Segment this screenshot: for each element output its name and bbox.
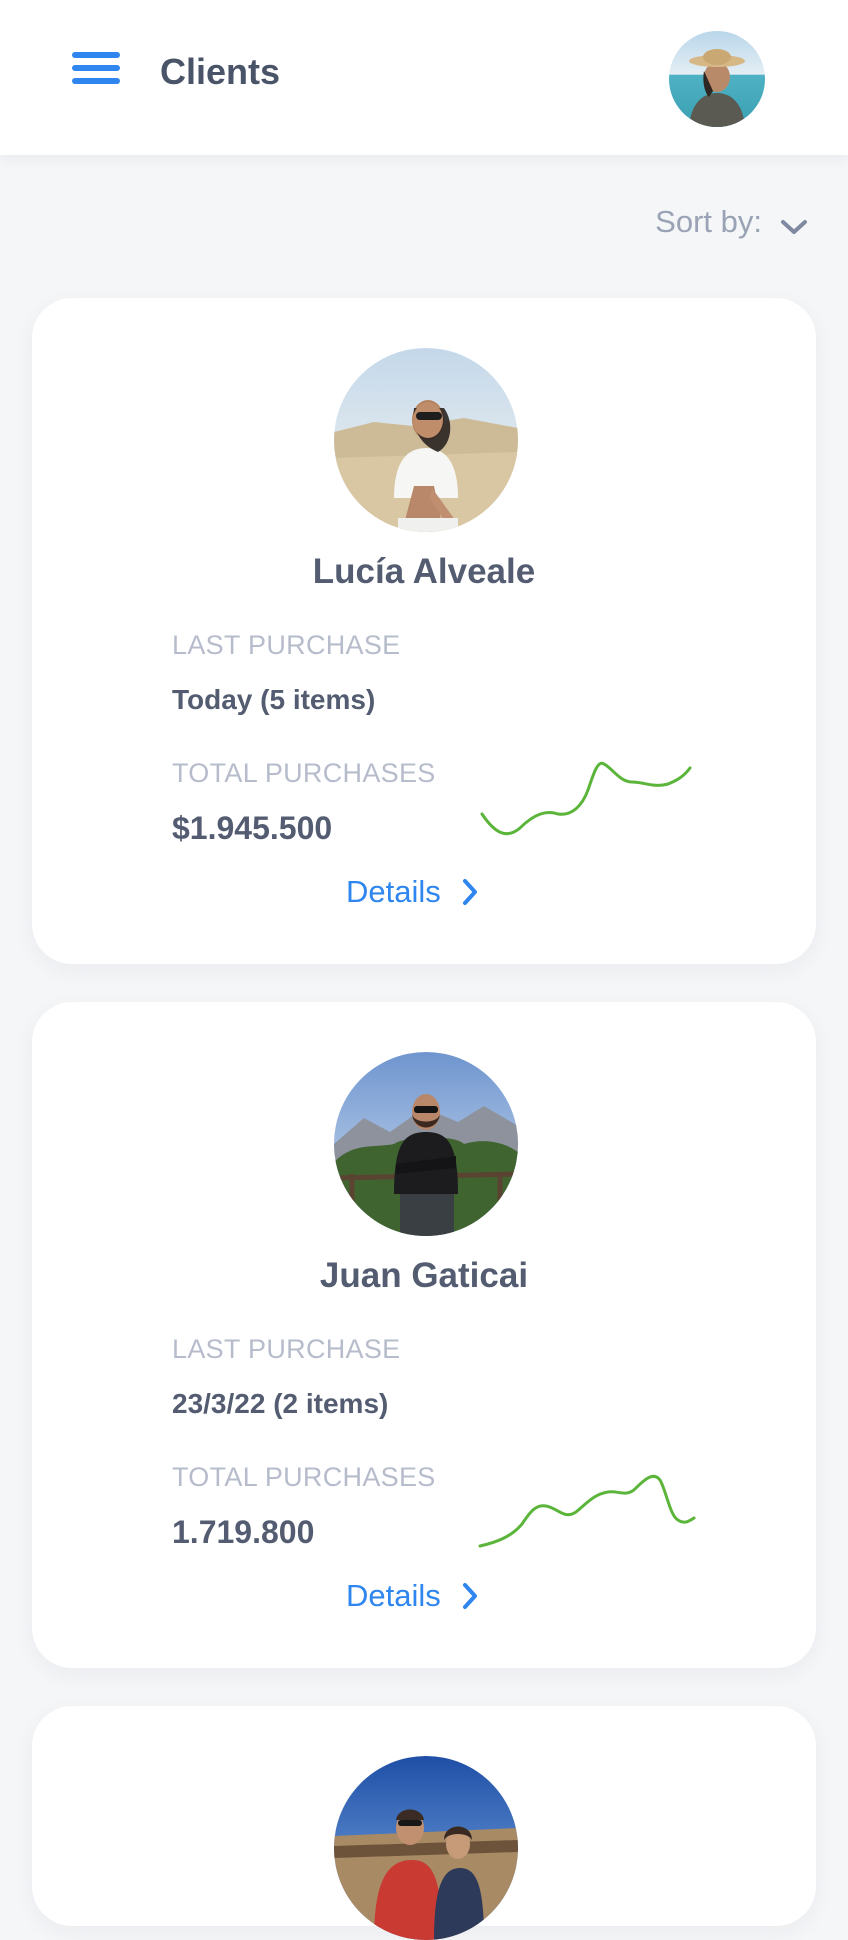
total-purchases-value: $1.945.500 xyxy=(172,810,333,846)
sparkline-line xyxy=(480,761,692,836)
details-label: Details xyxy=(346,1578,441,1613)
details-link[interactable]: Details xyxy=(346,874,479,910)
client-card: Lucía Alveale LAST PURCHASE Today (5 ite… xyxy=(32,298,816,964)
client-card: Juan Gaticai LAST PURCHASE 23/3/22 (2 it… xyxy=(32,1002,816,1668)
client-name: Lucía Alveale xyxy=(312,552,536,591)
client-avatar xyxy=(334,1756,518,1940)
details-link[interactable]: Details xyxy=(346,1578,479,1614)
last-purchase-value: Today (5 items) xyxy=(172,684,376,715)
chevron-right-icon xyxy=(462,1583,477,1609)
user-avatar[interactable] xyxy=(669,31,765,127)
purchase-trend-sparkline xyxy=(478,1474,696,1548)
last-purchase-label: LAST PURCHASE xyxy=(172,630,401,660)
sort-dropdown[interactable]: Sort by: xyxy=(655,200,808,244)
hamburger-menu-icon xyxy=(72,52,120,84)
chevron-right-icon xyxy=(462,879,477,905)
client-avatar xyxy=(334,348,518,532)
total-purchases-value: 1.719.800 xyxy=(172,1514,315,1550)
sort-label: Sort by: xyxy=(655,204,762,239)
total-purchases-label: TOTAL PURCHASES xyxy=(172,1462,436,1492)
purchase-trend-sparkline xyxy=(480,761,692,836)
details-label: Details xyxy=(346,874,441,909)
last-purchase-value: 23/3/22 (2 items) xyxy=(172,1388,389,1419)
menu-button[interactable] xyxy=(72,52,128,92)
client-card xyxy=(32,1706,816,1940)
chevron-down-icon xyxy=(781,220,807,234)
client-avatar xyxy=(334,1052,518,1236)
total-purchases-label: TOTAL PURCHASES xyxy=(172,758,436,788)
client-name: Juan Gaticai xyxy=(319,1256,529,1295)
last-purchase-label: LAST PURCHASE xyxy=(172,1334,401,1364)
page-title: Clients xyxy=(160,51,281,92)
sparkline-line xyxy=(478,1474,696,1548)
app-header: Clients xyxy=(0,0,848,155)
